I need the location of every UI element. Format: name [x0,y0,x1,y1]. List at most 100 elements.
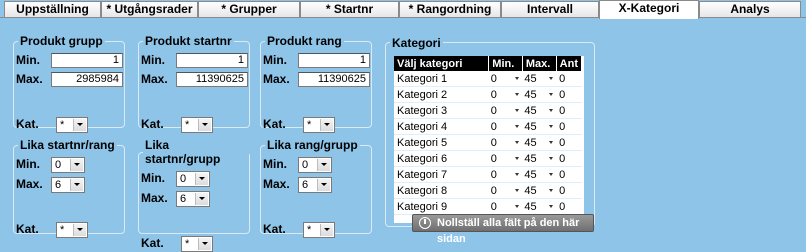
kategori-min-select[interactable]: 0 [488,198,523,215]
tab-rangordning[interactable]: * Rangordning [399,1,501,17]
kategori-max-select[interactable]: 45 [522,182,557,199]
chevron-down-icon [549,204,554,208]
chevron-down-icon [549,76,554,80]
max-label: Max. [16,177,43,191]
kategori-ant: 0 [556,150,582,167]
chevron-down-icon [198,119,211,131]
produkt-rang-kat-select[interactable]: * [303,117,335,133]
max-value: 45 [524,168,537,181]
kategori-min-select[interactable]: 0 [488,102,523,119]
reset-all-button[interactable]: Nollställ alla fält på den här sidan [412,214,594,245]
produkt-grupp-max-input[interactable]: 2985984 [51,72,123,87]
select-value: 6 [302,179,309,191]
tab-analys[interactable]: Analys [699,1,801,17]
kategori-max-select[interactable]: 45 [522,102,557,119]
min-value: 0 [490,88,497,101]
produkt-startnr-min-input[interactable]: 1 [176,53,248,68]
select-value: * [307,224,312,236]
produkt-grupp-min-input[interactable]: 1 [51,53,123,68]
min-value: 0 [490,120,497,133]
select-value: 0 [488,87,523,102]
chevron-down-icon [317,159,330,171]
kat-label: Kat. [263,117,286,131]
kategori-ant: 0 [556,102,582,119]
chevron-down-icon [549,108,554,112]
max-label: Max. [263,72,290,86]
produkt-grupp-kat-select[interactable]: * [56,117,88,133]
kategori-ant: 0 [556,134,582,151]
kategori-max-select[interactable]: 45 [522,198,557,215]
min-value: 0 [490,200,497,213]
select-value: 0 [488,199,523,214]
produkt-startnr-max-input[interactable]: 11390625 [176,72,248,87]
produkt-startnr-kat-select[interactable]: * [181,117,213,133]
chevron-down-icon [549,156,554,160]
kategori-name: Kategori 9 [394,198,489,215]
kategori-max-select[interactable]: 45 [522,166,557,183]
kategori-min-select[interactable]: 0 [488,118,523,135]
chevron-down-icon [515,204,520,208]
lika-startnr-grupp-max-select[interactable]: 6 [176,191,210,207]
kategori-min-select[interactable]: 0 [488,71,523,87]
chevron-down-icon [73,224,86,236]
table-row: Kategori 5 0 45 0 [394,134,582,151]
header-min: Min. [488,56,523,71]
tab-startnr[interactable]: * Startnr [300,1,399,17]
tab-x-kategori[interactable]: X-Kategori [599,0,699,19]
kategori-ant: 0 [556,71,582,87]
min-value: 0 [490,104,497,117]
lika-rang-grupp-max-select[interactable]: 6 [298,177,332,193]
kategori-min-select[interactable]: 0 [488,182,523,199]
kat-label: Kat. [141,236,164,250]
chevron-down-icon [549,140,554,144]
lika-startnr-rang-max-select[interactable]: 6 [51,177,85,193]
lika-rang-grupp-group: Lika rang/grupp Min. 0 Max. 6 Kat. * [260,138,372,238]
select-value: 0 [488,151,523,166]
max-value: 45 [524,184,537,197]
table-row: Kategori 6 0 45 0 [394,150,582,167]
chevron-down-icon [70,159,83,171]
lika-rang-grupp-kat-select[interactable]: * [303,222,335,238]
kategori-max-select[interactable]: 45 [522,71,557,87]
select-value: 45 [522,87,557,102]
produkt-rang-min-input[interactable]: 1 [298,53,370,68]
tab-intervall[interactable]: Intervall [501,1,599,17]
lika-startnr-grupp-min-select[interactable]: 0 [176,171,210,187]
min-label: Min. [16,53,40,67]
max-value: 45 [524,72,537,85]
chevron-down-icon [70,179,83,191]
tab-uppstallning[interactable]: Uppställning [4,1,101,17]
max-label: Max. [16,72,43,86]
chevron-down-icon [317,179,330,191]
tab-grupper[interactable]: * Grupper [198,1,300,17]
produkt-rang-max-input[interactable]: 11390625 [298,72,370,87]
tab-utgangsrader[interactable]: * Utgångsrader [101,1,198,17]
lika-startnr-grupp-kat-select[interactable]: * [181,236,213,252]
kategori-table-container[interactable]: Välj kategori Min. Max. Ant Kategori 104… [394,56,584,223]
lika-rang-grupp-min-select[interactable]: 0 [298,157,332,173]
chevron-down-icon [549,188,554,192]
max-value: 45 [524,136,537,149]
lika-startnr-rang-kat-select[interactable]: * [56,222,88,238]
kategori-min-select[interactable]: 0 [488,166,523,183]
kategori-max-select[interactable]: 45 [522,134,557,151]
kat-label: Kat. [141,117,164,131]
kategori-min-select[interactable]: 0 [488,86,523,103]
kategori-max-select[interactable]: 45 [522,150,557,167]
chevron-down-icon [515,76,520,80]
lika-startnr-rang-min-select[interactable]: 0 [51,157,85,173]
select-value: * [185,119,190,131]
kategori-max-select[interactable]: 45 [522,118,557,135]
chevron-down-icon [515,92,520,96]
select-value: * [185,238,190,250]
select-value: 45 [522,135,557,150]
kategori-max-select[interactable]: 45 [522,86,557,103]
kategori-min-select[interactable]: 0 [488,134,523,151]
group-title: Produkt rang [267,34,342,48]
min-label: Min. [141,53,165,67]
chevron-down-icon [515,156,520,160]
kategori-min-select[interactable]: 0 [488,150,523,167]
select-value: * [307,119,312,131]
min-label: Min. [263,157,287,171]
kategori-name: Kategori 5 [394,134,489,151]
